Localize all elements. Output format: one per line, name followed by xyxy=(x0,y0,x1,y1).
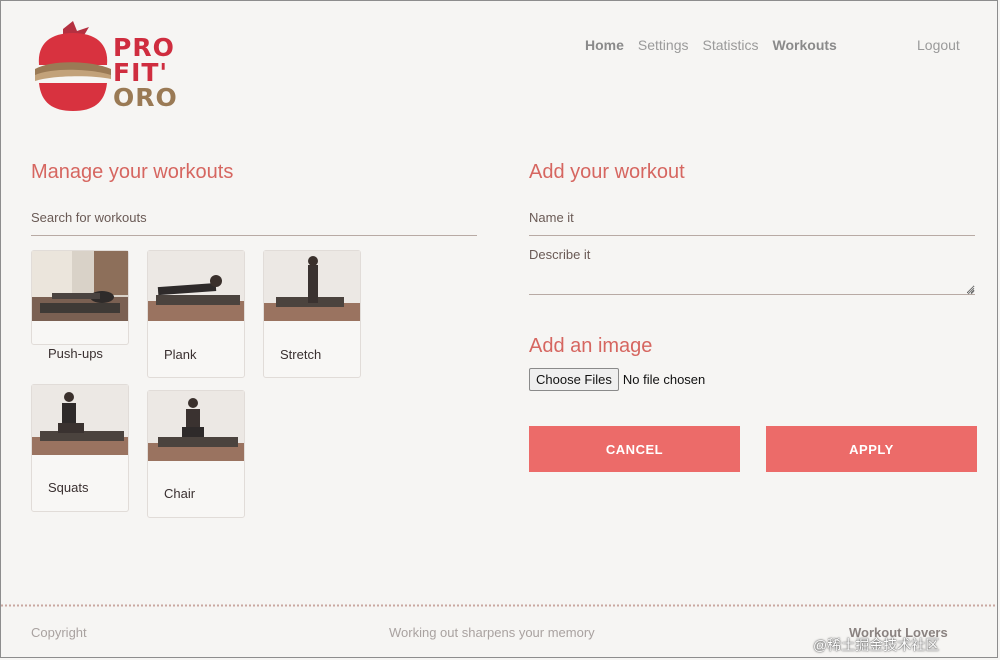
workout-card-stretch[interactable]: Stretch xyxy=(263,250,361,378)
workout-card-label: Chair xyxy=(164,486,196,501)
nav-workouts[interactable]: Workouts xyxy=(773,37,837,53)
search-workouts-input[interactable] xyxy=(31,199,477,236)
workout-card-label: Plank xyxy=(164,347,197,362)
resize-handle-icon[interactable] xyxy=(967,287,975,295)
workout-name-input[interactable] xyxy=(529,199,975,236)
logo-line-2: FIT' xyxy=(113,58,169,87)
app-window: PRO FIT' ORO Home Settings Statistics Wo… xyxy=(0,0,998,658)
profitoro-logo[interactable]: PRO FIT' ORO xyxy=(33,19,177,115)
workout-card-label: Push-ups xyxy=(48,346,103,361)
nav-statistics[interactable]: Statistics xyxy=(703,37,759,53)
footer-tagline: Working out sharpens your memory xyxy=(389,625,595,640)
nav-settings[interactable]: Settings xyxy=(638,37,689,53)
workout-card-squats[interactable]: Squats xyxy=(31,384,129,512)
workout-card-label: Squats xyxy=(48,480,89,495)
plank-image xyxy=(148,251,244,321)
chair-image xyxy=(148,391,244,461)
cancel-button[interactable]: CANCEL xyxy=(529,426,740,472)
tomato-icon xyxy=(35,21,111,111)
squats-image xyxy=(32,385,128,455)
workout-description-textarea[interactable] xyxy=(529,245,975,295)
manage-workouts-title: Manage your workouts xyxy=(31,161,234,183)
logo-line-1: PRO xyxy=(113,33,175,62)
workout-card-label: Stretch xyxy=(280,347,322,362)
main-nav: Home Settings Statistics Workouts xyxy=(585,37,837,53)
nav-home[interactable]: Home xyxy=(585,37,624,53)
stretch-image xyxy=(264,251,360,321)
workout-card-chair[interactable]: Chair xyxy=(147,390,245,518)
choose-files-button[interactable]: Choose Files xyxy=(529,368,619,391)
add-workout-title: Add your workout xyxy=(529,161,685,183)
site-watermark: @稀土掘金技术社区 xyxy=(813,637,940,653)
logo-line-3: ORO xyxy=(113,83,178,112)
logo-wordmark: PRO FIT' ORO xyxy=(113,35,178,110)
file-status-text: No file chosen xyxy=(622,372,706,387)
workout-card-plank[interactable]: Plank xyxy=(147,250,245,378)
footer-divider xyxy=(1,604,997,607)
file-upload: Choose Files No file chosen xyxy=(529,368,705,391)
logout-link[interactable]: Logout xyxy=(917,37,960,53)
add-image-title: Add an image xyxy=(529,335,653,357)
workout-card-push-ups[interactable]: Push-ups xyxy=(31,250,129,361)
footer-copyright: Copyright xyxy=(31,625,87,640)
push-ups-image xyxy=(32,251,128,321)
apply-button[interactable]: APPLY xyxy=(766,426,977,472)
